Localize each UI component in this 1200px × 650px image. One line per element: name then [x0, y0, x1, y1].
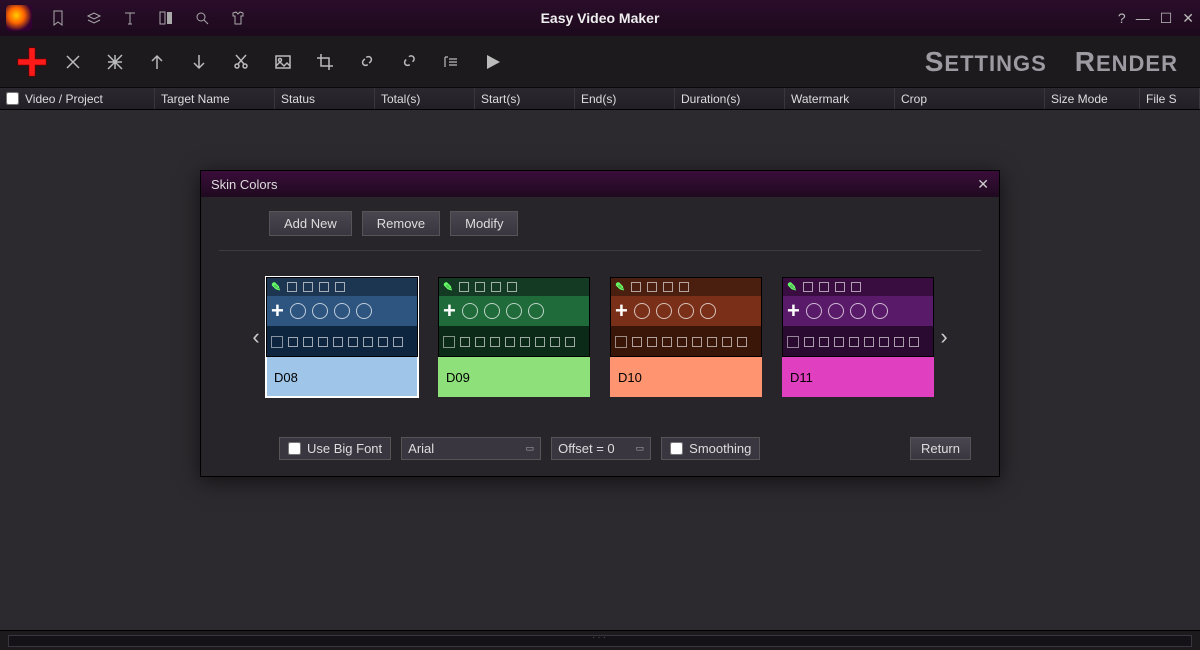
close-button[interactable]: ✕	[1182, 10, 1194, 27]
title-bar: Easy Video Maker ? — ☐ ✕	[0, 0, 1200, 36]
delete-all-icon[interactable]	[99, 46, 131, 78]
skin-preview: ✎+	[266, 277, 418, 357]
column-header[interactable]: Status	[275, 88, 375, 109]
app-title: Easy Video Maker	[541, 10, 660, 26]
minimize-button[interactable]: —	[1136, 10, 1150, 27]
column-header[interactable]: Crop	[895, 88, 1045, 109]
help-button[interactable]: ?	[1118, 10, 1126, 27]
text-icon[interactable]	[116, 4, 144, 32]
column-header[interactable]: Start(s)	[475, 88, 575, 109]
skin-option[interactable]: ✎+D09	[438, 277, 590, 397]
skin-option[interactable]: ✎+D08	[266, 277, 418, 397]
layers-icon[interactable]	[80, 4, 108, 32]
unlink-icon[interactable]	[393, 46, 425, 78]
add-button[interactable]	[12, 42, 52, 82]
skin-label: D10	[610, 357, 762, 397]
settings-link[interactable]: SETTINGS	[925, 46, 1047, 78]
skin-preview: ✎+	[438, 277, 590, 357]
column-header[interactable]: Video / Project	[0, 88, 155, 109]
return-button[interactable]: Return	[910, 437, 971, 460]
select-all-checkbox[interactable]	[6, 92, 19, 105]
dialog-close-icon[interactable]: ✕	[977, 176, 989, 193]
font-combo[interactable]: Arial▭	[401, 437, 541, 460]
indent-icon[interactable]	[435, 46, 467, 78]
play-icon[interactable]	[477, 46, 509, 78]
column-header[interactable]: Size Mode	[1045, 88, 1140, 109]
shirt-icon[interactable]	[224, 4, 252, 32]
columns-icon[interactable]	[152, 4, 180, 32]
app-logo	[6, 5, 32, 31]
delete-icon[interactable]	[57, 46, 89, 78]
status-bar	[0, 630, 1200, 650]
render-link[interactable]: RENDER	[1075, 46, 1178, 78]
up-icon[interactable]	[141, 46, 173, 78]
skin-label: D09	[438, 357, 590, 397]
skin-preview: ✎+	[782, 277, 934, 357]
column-header[interactable]: Target Name	[155, 88, 275, 109]
skin-colors-dialog: Skin Colors ✕ Add New Remove Modify ‹ ✎+…	[200, 170, 1000, 477]
dialog-titlebar[interactable]: Skin Colors ✕	[201, 171, 999, 197]
column-header[interactable]: End(s)	[575, 88, 675, 109]
down-icon[interactable]	[183, 46, 215, 78]
smoothing-checkbox[interactable]: Smoothing	[661, 437, 760, 460]
column-header[interactable]: Watermark	[785, 88, 895, 109]
skin-option[interactable]: ✎+D10	[610, 277, 762, 397]
crop-icon[interactable]	[309, 46, 341, 78]
skin-preview: ✎+	[610, 277, 762, 357]
prev-arrow[interactable]: ‹	[246, 324, 266, 350]
column-header[interactable]: Duration(s)	[675, 88, 785, 109]
modify-button[interactable]: Modify	[450, 211, 518, 236]
skin-label: D08	[266, 357, 418, 397]
add-new-button[interactable]: Add New	[269, 211, 352, 236]
content-area: Skin Colors ✕ Add New Remove Modify ‹ ✎+…	[0, 110, 1200, 630]
image-icon[interactable]	[267, 46, 299, 78]
cut-icon[interactable]	[225, 46, 257, 78]
next-arrow[interactable]: ›	[934, 324, 954, 350]
search-icon[interactable]	[188, 4, 216, 32]
remove-button[interactable]: Remove	[362, 211, 440, 236]
bookmark-icon[interactable]	[44, 4, 72, 32]
status-track	[8, 635, 1192, 647]
main-toolbar: SETTINGS RENDER	[0, 36, 1200, 88]
skin-option[interactable]: ✎+D11	[782, 277, 934, 397]
table-header: Video / ProjectTarget NameStatusTotal(s)…	[0, 88, 1200, 110]
maximize-button[interactable]: ☐	[1160, 10, 1173, 27]
column-header[interactable]: Total(s)	[375, 88, 475, 109]
skin-label: D11	[782, 357, 934, 397]
dialog-title: Skin Colors	[211, 177, 277, 192]
link-icon[interactable]	[351, 46, 383, 78]
column-header[interactable]: File S	[1140, 88, 1200, 109]
use-big-font-checkbox[interactable]: Use Big Font	[279, 437, 391, 460]
offset-combo[interactable]: Offset = 0▭	[551, 437, 651, 460]
